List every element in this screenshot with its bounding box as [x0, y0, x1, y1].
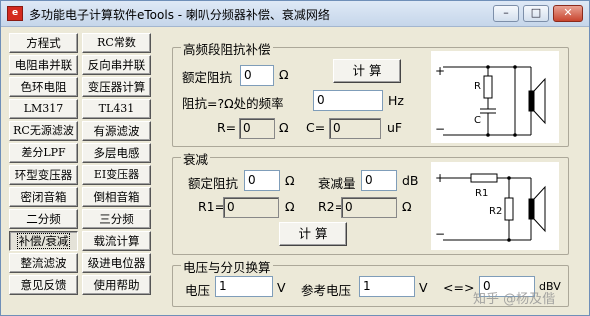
menu-resistor-series-parallel-button[interactable]: 电阻串并联: [9, 55, 78, 75]
hf-rated-impedance-unit: Ω: [279, 67, 289, 82]
menu-stepped-attenuator-button[interactable]: 级进电位器: [82, 253, 151, 273]
hf-c-unit: uF: [387, 120, 403, 135]
db-reference-unit: V: [419, 280, 428, 295]
att-amount-label: 衰减量: [318, 176, 356, 191]
db-voltage-label: 电压: [185, 283, 211, 298]
menu-compensation-attenuation-button[interactable]: 补偿/衰减: [9, 231, 78, 251]
att-r1-output: 0: [223, 197, 279, 218]
att-r2-unit: Ω: [402, 199, 412, 214]
title-bar[interactable]: e 多功能电子计算软件eTools - 喇叭分频器补偿、衰减网络 – □ ✕: [1, 1, 589, 27]
app-window: e 多功能电子计算软件eTools - 喇叭分频器补偿、衰减网络 – □ ✕ 方…: [0, 0, 590, 316]
function-menu: 方程式 RC常数 电阻串并联 反向串并联 色环电阻 变压器计算 LM317 TL…: [9, 33, 154, 313]
minimize-button[interactable]: –: [493, 5, 519, 22]
hf-group-title: 高频段阻抗补偿: [181, 39, 273, 58]
att-circuit-diagram: + − R1 R2: [431, 162, 559, 250]
db-voltage-unit: V: [277, 280, 286, 295]
menu-reverse-series-parallel-button[interactable]: 反向串并联: [82, 55, 151, 75]
att-rated-impedance-input[interactable]: 0: [244, 170, 280, 191]
att-calculate-button[interactable]: 计 算: [279, 222, 347, 246]
hf-frequency-input[interactable]: 0: [313, 90, 383, 111]
att-diagram-minus: −: [435, 227, 445, 241]
window-title: 多功能电子计算软件eTools - 喇叭分频器补偿、衰减网络: [29, 8, 330, 22]
attenuation-group-title: 衰减: [181, 149, 211, 168]
hf-frequency-label: 阻抗=?Ω处的频率: [182, 96, 284, 111]
menu-help-button[interactable]: 使用帮助: [82, 275, 151, 295]
menu-current-capacity-button[interactable]: 载流计算: [82, 231, 151, 251]
att-amount-input[interactable]: 0: [361, 170, 397, 191]
att-diagram-r2-label: R2: [489, 206, 502, 217]
hf-compensation-group: 高频段阻抗补偿 额定阻抗 0 Ω 计 算 阻抗=?Ω处的频率 0 Hz R= 0…: [172, 39, 569, 147]
menu-two-way-crossover-button[interactable]: 二分频: [9, 209, 78, 229]
rc-compensation-schematic: + − R C: [435, 64, 546, 137]
watermark: 知乎 @杨及偕: [473, 292, 556, 307]
db-reference-input[interactable]: 1: [359, 276, 415, 297]
menu-toroidal-transformer-button[interactable]: 环型变压器: [9, 165, 78, 185]
hf-diagram-r-label: R: [474, 81, 481, 92]
menu-transformer-button[interactable]: 变压器计算: [82, 77, 151, 97]
db-reference-label: 参考电压: [301, 283, 352, 298]
hf-diagram-minus: −: [435, 122, 445, 136]
hf-rated-impedance-input[interactable]: 0: [240, 65, 274, 86]
hf-calculate-button[interactable]: 计 算: [333, 59, 401, 83]
hf-rated-impedance-label: 额定阻抗: [182, 70, 233, 85]
app-icon: e: [7, 6, 23, 21]
hf-diagram-plus: +: [435, 64, 445, 78]
menu-sealed-box-button[interactable]: 密闭音箱: [9, 187, 78, 207]
menu-rc-passive-filter-button[interactable]: RC无源滤波: [9, 121, 78, 141]
att-rated-impedance-unit: Ω: [285, 173, 295, 188]
menu-multilayer-inductor-button[interactable]: 多层电感: [82, 143, 151, 163]
att-diagram-plus: +: [435, 171, 445, 185]
menu-three-way-crossover-button[interactable]: 三分频: [82, 209, 151, 229]
attenuation-group: 衰减 额定阻抗 0 Ω 衰减量 0 dB R1= 0 Ω R2= 0 Ω 计 算: [172, 149, 569, 255]
hf-r-label: R=: [217, 120, 237, 135]
att-r1-unit: Ω: [285, 199, 295, 214]
hf-c-output: 0: [329, 118, 381, 139]
menu-active-filter-button[interactable]: 有源滤波: [82, 121, 151, 141]
att-rated-impedance-label: 额定阻抗: [188, 176, 239, 191]
voltage-db-group-title: 电压与分贝换算: [181, 257, 273, 276]
hf-circuit-diagram: + − R C: [431, 51, 559, 143]
menu-tl431-button[interactable]: TL431: [82, 99, 151, 119]
menu-lm317-button[interactable]: LM317: [9, 99, 78, 119]
menu-color-code-button[interactable]: 色环电阻: [9, 77, 78, 97]
menu-rectifier-filter-button[interactable]: 整流滤波: [9, 253, 78, 273]
att-diagram-r1-label: R1: [475, 188, 488, 199]
hf-frequency-unit: Hz: [388, 93, 404, 108]
menu-equation-button[interactable]: 方程式: [9, 33, 78, 53]
close-button[interactable]: ✕: [553, 5, 583, 22]
menu-feedback-button[interactable]: 意见反馈: [9, 275, 78, 295]
att-r2-output: 0: [341, 197, 397, 218]
att-amount-unit: dB: [402, 173, 419, 188]
menu-differential-lpf-button[interactable]: 差分LPF: [9, 143, 78, 163]
maximize-button[interactable]: □: [523, 5, 549, 22]
att-r1-label: R1=: [198, 199, 226, 214]
menu-ei-transformer-button[interactable]: EI变压器: [82, 165, 151, 185]
menu-rc-constant-button[interactable]: RC常数: [82, 33, 151, 53]
hf-diagram-c-label: C: [474, 115, 481, 126]
db-convert-arrow: <=>: [443, 280, 475, 295]
db-voltage-input[interactable]: 1: [215, 276, 273, 297]
menu-bass-reflex-button[interactable]: 倒相音箱: [82, 187, 151, 207]
hf-r-output: 0: [239, 118, 275, 139]
hf-r-unit: Ω: [279, 120, 289, 135]
hf-c-label: C=: [306, 120, 326, 135]
l-pad-schematic: + − R1 R2: [435, 171, 546, 242]
